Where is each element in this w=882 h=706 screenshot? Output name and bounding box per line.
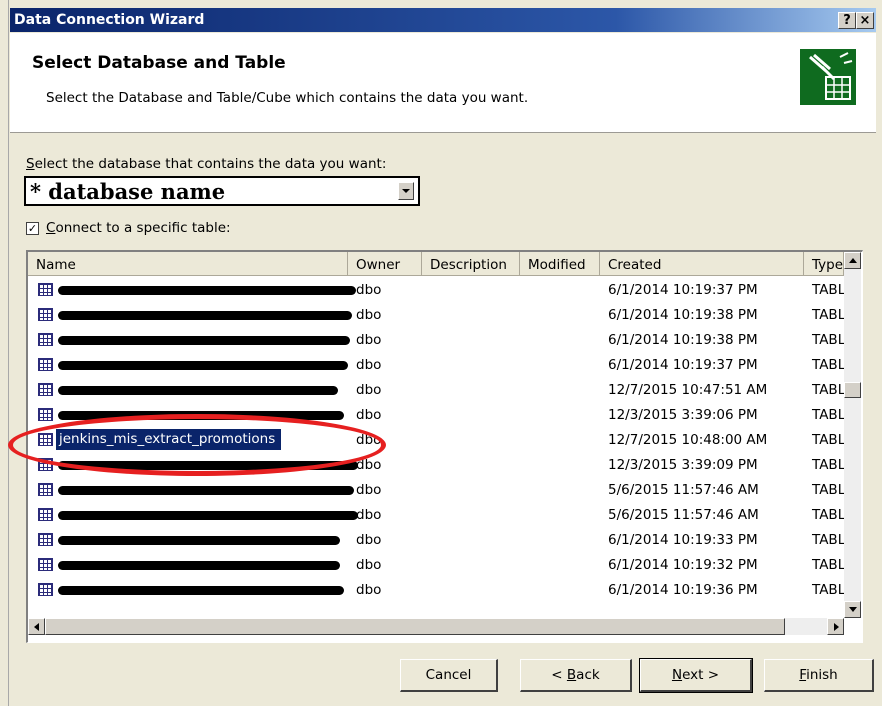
table-icon [38, 433, 53, 446]
page-subtitle: Select the Database and Table/Cube which… [46, 90, 529, 106]
table-row[interactable]: dbo 6/1/2014 10:19:38 PM TABL [28, 328, 845, 353]
table-icon [38, 408, 53, 421]
database-label: Select the database that contains the da… [26, 156, 387, 172]
scroll-up-icon[interactable] [844, 252, 861, 269]
redaction-mark [58, 311, 352, 320]
table-icon [38, 383, 53, 396]
scroll-thumb[interactable] [844, 382, 861, 398]
back-button[interactable]: < Back [520, 659, 632, 692]
connect-table-label[interactable]: Connect to a specific table: [46, 220, 231, 236]
table-row[interactable]: dbo 5/6/2015 11:57:46 AM TABL [28, 503, 845, 528]
column-header-description[interactable]: Description [422, 252, 520, 276]
column-header-type[interactable]: Type [804, 252, 844, 276]
table-row[interactable]: dbo 12/7/2015 10:47:51 AM TABL [28, 378, 845, 403]
column-header-owner[interactable]: Owner [348, 252, 422, 276]
table-icon [38, 533, 53, 546]
vertical-scrollbar[interactable] [844, 252, 861, 618]
database-plug-icon [800, 49, 856, 105]
database-value: * database name [30, 179, 226, 204]
title-bar[interactable]: Data Connection Wizard ? × [10, 8, 876, 32]
connect-table-checkbox[interactable]: ✓ [26, 222, 39, 235]
table-row[interactable]: dbo 6/1/2014 10:19:33 PM TABL [28, 528, 845, 553]
table-icon [38, 358, 53, 371]
table-icon [38, 558, 53, 571]
redaction-mark [58, 536, 340, 545]
table-row[interactable]: dbo 12/3/2015 3:39:06 PM TABL [28, 403, 845, 428]
table-row[interactable]: dbo 5/6/2015 11:57:46 AM TABL [28, 478, 845, 503]
redaction-mark [58, 386, 338, 395]
table-row[interactable]: dbo 6/1/2014 10:19:37 PM TABL [28, 278, 845, 303]
horizontal-scrollbar[interactable] [28, 618, 844, 635]
finish-button[interactable]: Finish [764, 659, 874, 692]
scroll-right-icon[interactable] [827, 618, 844, 635]
column-header-created[interactable]: Created [600, 252, 804, 276]
table-icon [38, 283, 53, 296]
close-button[interactable]: × [856, 12, 874, 29]
redaction-mark [58, 461, 358, 470]
redaction-mark [58, 486, 354, 495]
scroll-left-icon[interactable] [28, 618, 45, 635]
table-row[interactable]: dbo 6/1/2014 10:19:38 PM TABL [28, 303, 845, 328]
help-button[interactable]: ? [838, 12, 856, 29]
table-row[interactable]: dbo 12/3/2015 3:39:09 PM TABL [28, 453, 845, 478]
table-icon [38, 483, 53, 496]
table-row[interactable]: dbo 6/1/2014 10:19:37 PM TABL [28, 353, 845, 378]
cancel-button[interactable]: Cancel [400, 659, 498, 692]
horizontal-scroll-thumb[interactable] [45, 618, 785, 635]
selected-table-name: jenkins_mis_extract_promotions [56, 429, 282, 450]
column-header-modified[interactable]: Modified [520, 252, 600, 276]
redaction-mark [58, 511, 358, 520]
redaction-mark [58, 361, 348, 370]
table-list[interactable]: Name Owner Description Modified Created … [26, 250, 863, 643]
window-title: Data Connection Wizard [14, 12, 205, 28]
redaction-mark [58, 586, 344, 595]
next-button[interactable]: Next > [639, 658, 753, 693]
table-icon [38, 333, 53, 346]
redaction-mark [58, 411, 344, 420]
table-row[interactable]: dbo 6/1/2014 10:19:36 PM TABL [28, 578, 845, 603]
chevron-down-icon[interactable] [398, 182, 414, 200]
page-title: Select Database and Table [32, 53, 286, 73]
redaction-mark [58, 561, 340, 570]
table-row-selected[interactable]: jenkins_mis_extract_promotions dbo 12/7/20… [28, 428, 845, 453]
database-combobox[interactable]: * database name [24, 176, 420, 206]
table-icon [38, 308, 53, 321]
data-connection-wizard-window: Data Connection Wizard ? × Select Databa… [0, 0, 882, 706]
table-icon [38, 508, 53, 521]
redaction-mark [58, 336, 350, 345]
column-header-name[interactable]: Name [28, 252, 348, 276]
window-border [8, 0, 9, 706]
redaction-mark [58, 286, 356, 295]
scroll-down-icon[interactable] [844, 601, 861, 618]
table-icon [38, 458, 53, 471]
table-icon [38, 583, 53, 596]
wizard-header: Select Database and Table Select the Dat… [10, 33, 876, 133]
table-row[interactable]: dbo 6/1/2014 10:19:32 PM TABL [28, 553, 845, 578]
